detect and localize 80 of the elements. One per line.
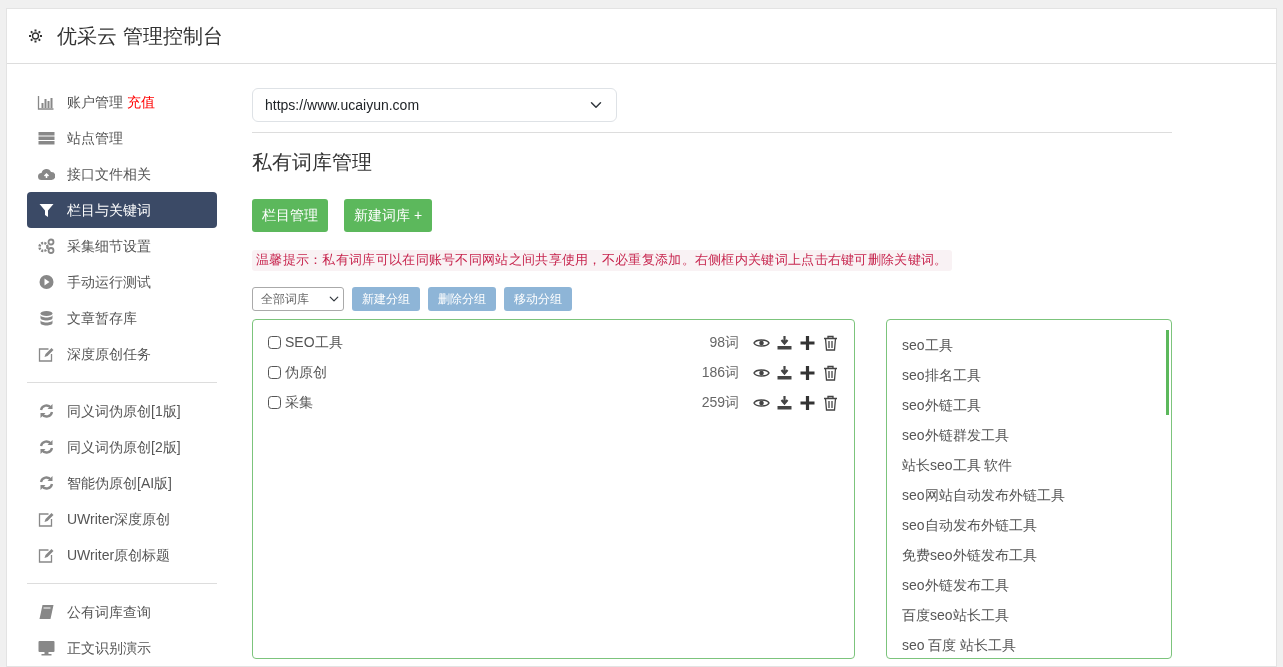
refresh-icon (37, 475, 55, 491)
trash-icon[interactable] (822, 364, 839, 381)
tip-text: 温馨提示：私有词库可以在同账号不同网站之间共享使用，不必重复添加。右侧框内关键词上点击右键可删除关键词。 (252, 250, 952, 271)
sidebar-item[interactable]: UWriter深度原创 (27, 501, 217, 537)
play-icon (37, 274, 55, 290)
filter-icon (37, 202, 55, 218)
keyword-item[interactable]: seo网站自动发布外链工具 (902, 479, 1171, 510)
plus-icon[interactable] (799, 334, 816, 351)
sidebar-item[interactable]: 接口文件相关 (27, 156, 217, 192)
sidebar-label: 同义词伪原创[2版] (67, 437, 181, 457)
sidebar-item[interactable]: 同义词伪原创[2版] (27, 429, 217, 465)
edit-icon (37, 511, 55, 527)
group-name: SEO工具 (285, 333, 344, 353)
sidebar-item[interactable]: 同义词伪原创[1版] (27, 393, 217, 429)
sidebar-label: 智能伪原创[AI版] (67, 473, 172, 493)
keyword-item[interactable]: seo外链群发工具 (902, 419, 1171, 450)
keyword-item[interactable]: seo自动发布外链工具 (902, 509, 1171, 540)
sidebar-label: 栏目与关键词 (67, 200, 151, 220)
keyword-item[interactable]: 百度seo站长工具 (902, 599, 1171, 630)
sidebar-label: 站点管理 (67, 128, 123, 148)
sidebar-item[interactable]: 深度原创任务 (27, 336, 217, 372)
monitor-icon (37, 640, 55, 656)
sidebar-label: 手动运行测试 (67, 272, 151, 292)
recharge-link[interactable]: 充值 (127, 91, 155, 113)
keyword-item[interactable]: 免费seo外链发布工具 (902, 539, 1171, 570)
refresh-icon (37, 439, 55, 455)
sidebar-label: 接口文件相关 (67, 164, 151, 184)
sidebar-item[interactable]: 栏目与关键词 (27, 192, 217, 228)
word-count: 259词 (701, 393, 739, 413)
sidebar-item[interactable]: 智能伪原创[AI版] (27, 465, 217, 501)
sidebar-item[interactable]: UWriter原创标题 (27, 537, 217, 573)
bar-chart-icon (37, 94, 55, 110)
cloud-upload-icon (37, 166, 55, 182)
sidebar-label: 账户管理 (67, 92, 123, 112)
sidebar-label: 文章暂存库 (67, 308, 137, 328)
console-title: 优采云 管理控制台 (57, 24, 223, 49)
sidebar-item[interactable]: 采集细节设置 (27, 228, 217, 264)
site-select[interactable]: https://www.ucaiyun.com (252, 88, 617, 122)
sidebar-item[interactable]: 账户管理 充值 (27, 84, 217, 120)
sidebar-label: 同义词伪原创[1版] (67, 401, 181, 421)
sidebar-label: 公有词库查询 (67, 602, 151, 622)
book-icon (37, 604, 55, 620)
library-filter-select[interactable]: 全部词库 (252, 286, 344, 311)
group-checkbox[interactable] (268, 336, 281, 350)
sidebar-item[interactable]: 公有词库查询 (27, 594, 217, 630)
download-icon[interactable] (776, 394, 793, 411)
sidebar-label: UWriter深度原创 (67, 509, 171, 529)
keyword-item[interactable]: seo工具 (902, 329, 1171, 360)
edit-icon (37, 547, 55, 563)
keyword-item[interactable]: seo外链工具 (902, 389, 1171, 420)
gears-icon (37, 238, 55, 254)
keyword-item[interactable]: seo外链发布工具 (902, 569, 1171, 600)
sidebar-label: 深度原创任务 (67, 344, 151, 364)
sidebar-item[interactable]: 站点管理 (27, 120, 217, 156)
page-heading: 私有词库管理 (252, 150, 373, 175)
plus-icon[interactable] (799, 394, 816, 411)
group-name: 伪原创 (285, 363, 328, 383)
keyword-item[interactable]: seo 百度 站长工具 (902, 629, 1171, 660)
keyword-item[interactable]: seo排名工具 (902, 359, 1171, 390)
trash-icon[interactable] (822, 334, 839, 351)
keyword-item[interactable]: 站长seo工具 软件 (902, 449, 1171, 480)
sidebar-item[interactable]: 正文识别演示 (27, 630, 217, 666)
trash-icon[interactable] (822, 394, 839, 411)
sidebar-item[interactable]: 手动运行测试 (27, 264, 217, 300)
plus-icon[interactable] (799, 364, 816, 381)
edit-icon (37, 346, 55, 362)
word-count: 186词 (701, 363, 739, 383)
sidebar-label: 采集细节设置 (67, 236, 151, 256)
server-icon (37, 130, 55, 146)
gear-icon (27, 28, 45, 44)
refresh-icon (37, 403, 55, 419)
group-checkbox[interactable] (268, 366, 281, 380)
word-count: 98词 (709, 333, 739, 353)
download-icon[interactable] (776, 334, 793, 351)
sidebar-label: UWriter原创标题 (67, 545, 171, 565)
sidebar-label: 正文识别演示 (67, 638, 151, 658)
group-checkbox[interactable] (268, 396, 281, 410)
group-name: 采集 (285, 393, 314, 413)
sidebar-item[interactable]: 文章暂存库 (27, 300, 217, 336)
download-icon[interactable] (776, 364, 793, 381)
